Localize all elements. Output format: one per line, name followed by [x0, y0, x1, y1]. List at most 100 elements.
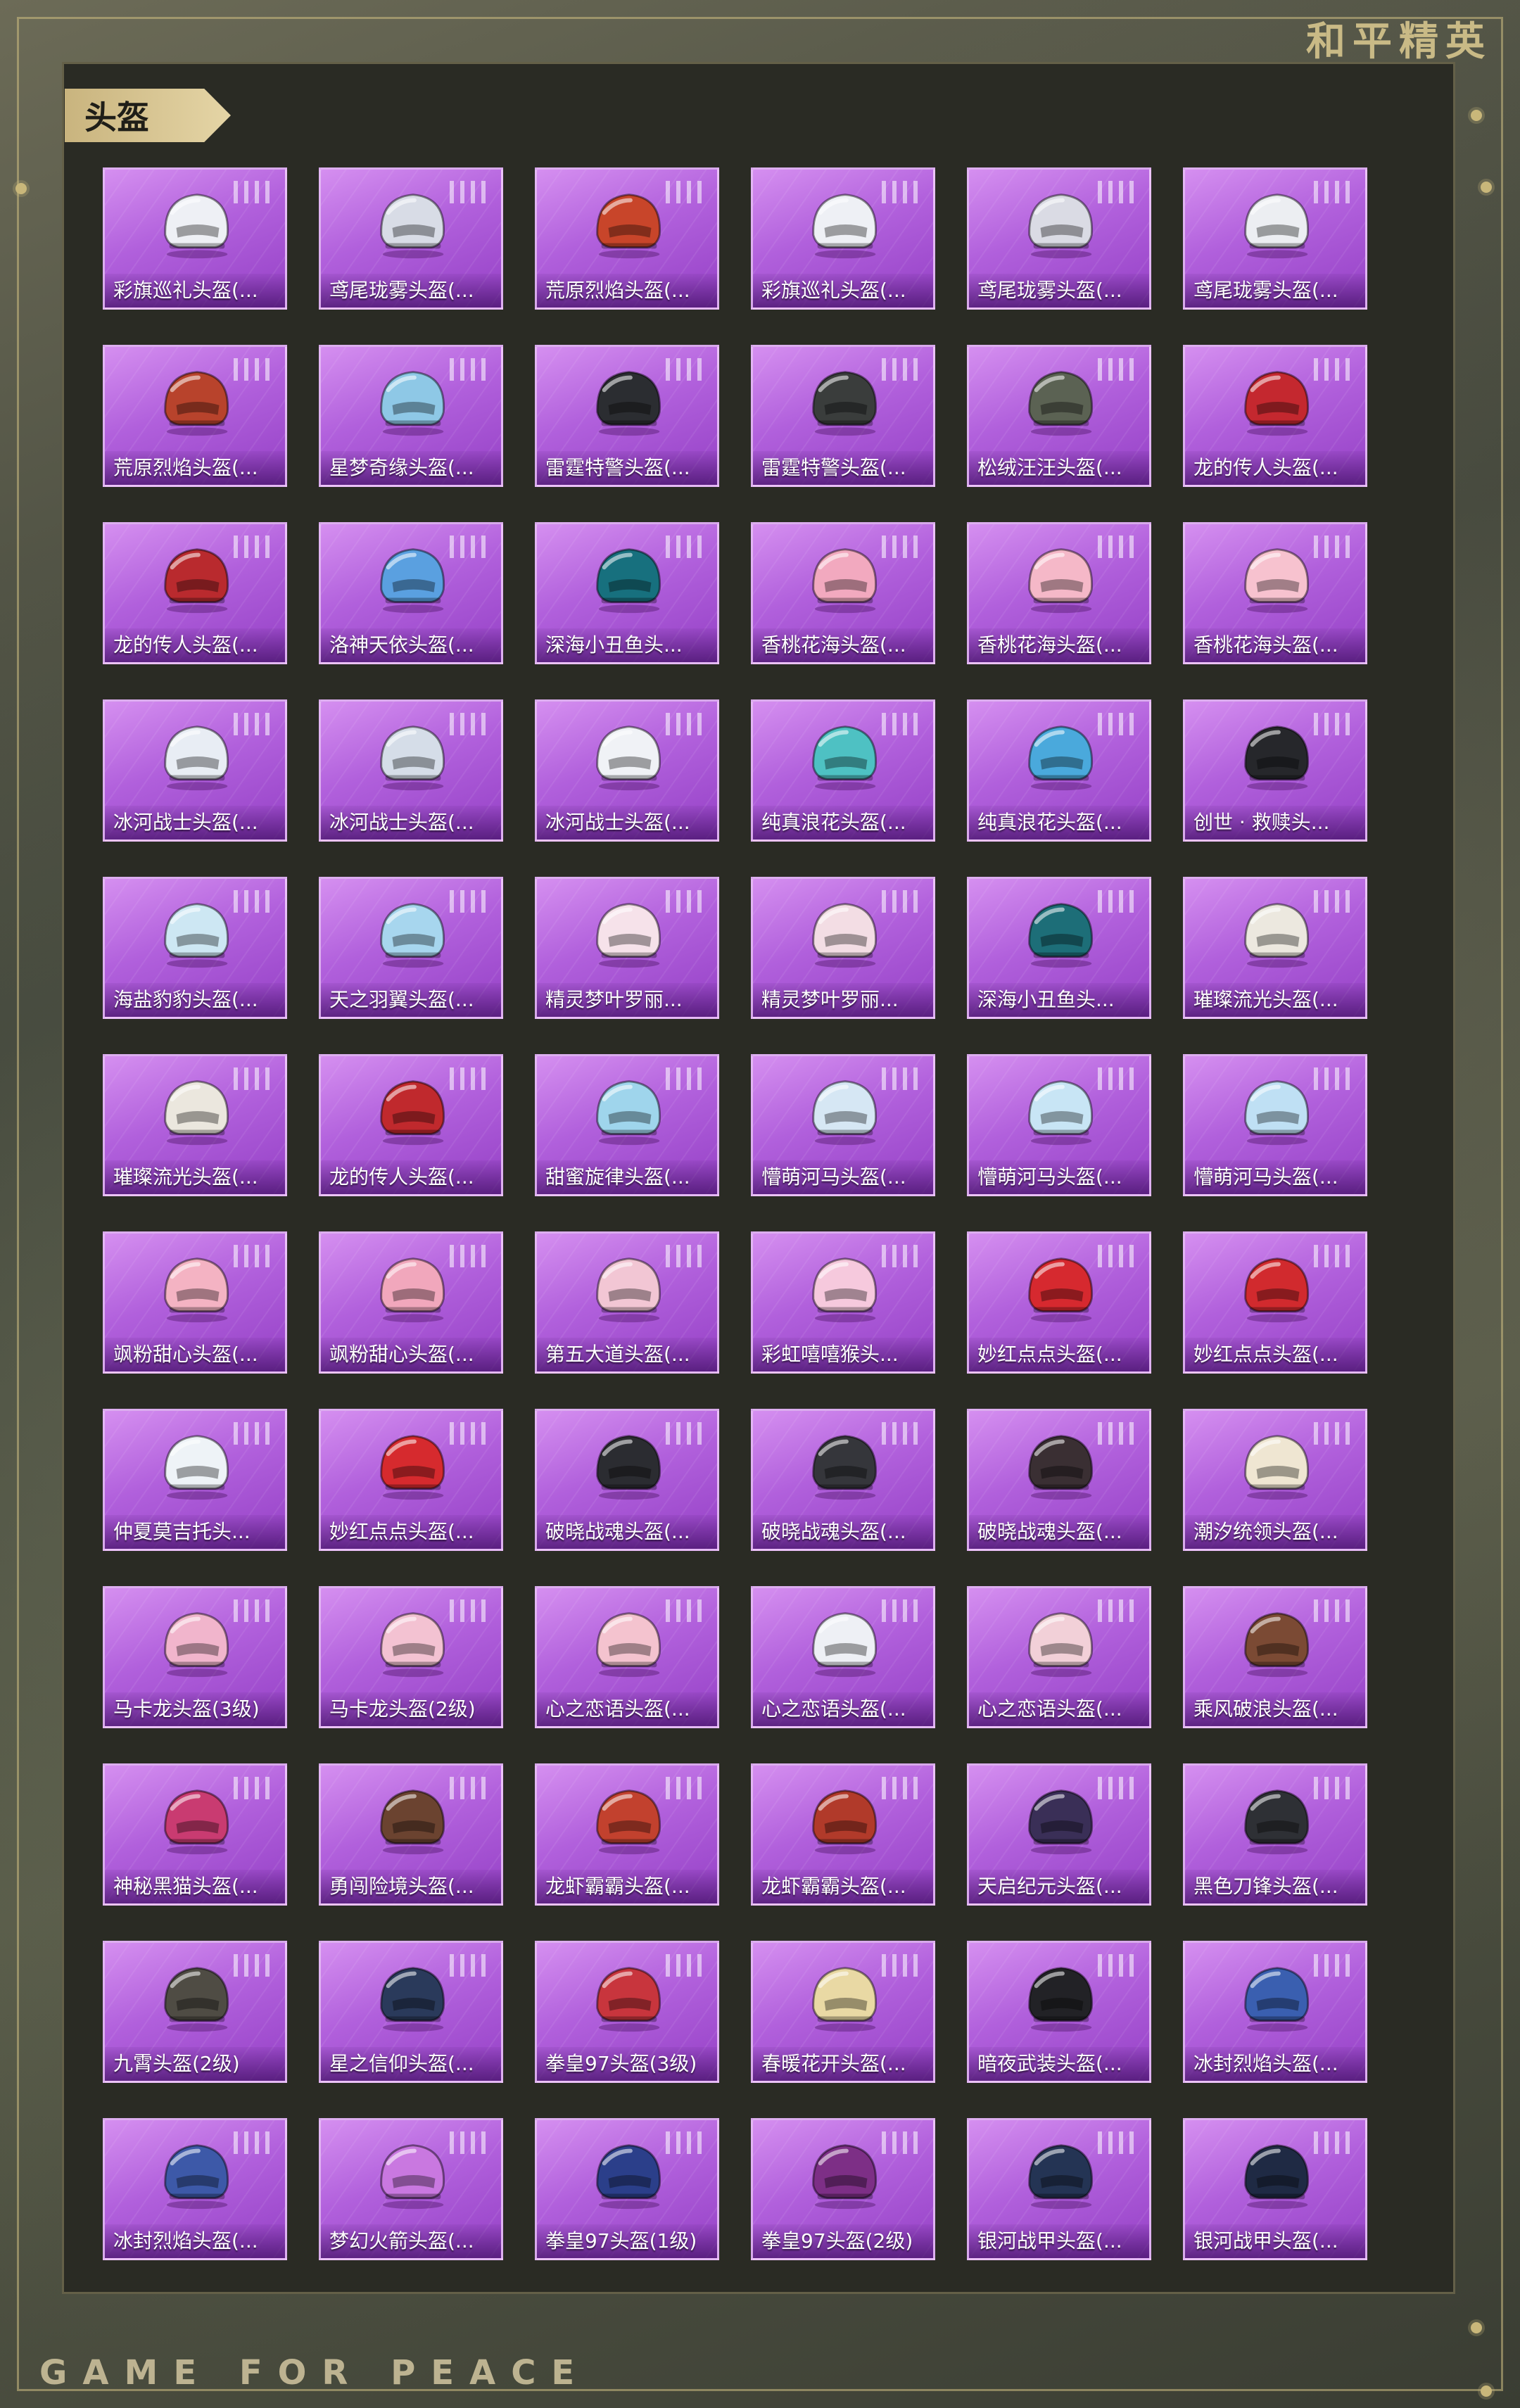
helmet-card[interactable]: 心之恋语头盔(... [967, 1586, 1151, 1728]
helmet-card[interactable]: 龙的传人头盔(... [319, 1054, 503, 1196]
helmet-card[interactable]: 璀璨流光头盔(... [103, 1054, 287, 1196]
helmet-card[interactable]: 妙红点点头盔(... [1183, 1231, 1367, 1374]
helmet-card[interactable]: 星之信仰头盔(... [319, 1941, 503, 2083]
helmet-card[interactable]: 香桃花海头盔(... [751, 522, 935, 664]
helmet-card[interactable]: 彩旗巡礼头盔(... [751, 167, 935, 310]
helmet-card[interactable]: 天启纪元头盔(... [967, 1763, 1151, 1906]
helmet-card[interactable]: 深海小丑鱼头... [535, 522, 719, 664]
tier-bars-icon [450, 1245, 486, 1267]
tier-bars-icon [450, 713, 486, 735]
helmet-card[interactable]: 神秘黑猫头盔(... [103, 1763, 287, 1906]
helmet-icon [596, 548, 661, 614]
helmet-card[interactable]: 第五大道头盔(... [535, 1231, 719, 1374]
helmet-card[interactable]: 鸢尾珑雾头盔(... [967, 167, 1151, 310]
helmet-card[interactable]: 仲夏莫吉托头... [103, 1409, 287, 1551]
helmet-card[interactable]: 乘风破浪头盔(... [1183, 1586, 1367, 1728]
helmet-card[interactable]: 拳皇97头盔(2级) [751, 2118, 935, 2260]
helmet-card[interactable]: 拳皇97头盔(3级) [535, 1941, 719, 2083]
helmet-icon [1244, 1435, 1310, 1500]
helmet-card[interactable]: 暗夜武装头盔(... [967, 1941, 1151, 2083]
helmet-card[interactable]: 梦幻火箭头盔(... [319, 2118, 503, 2260]
helmet-card[interactable]: 马卡龙头盔(3级) [103, 1586, 287, 1728]
helmet-icon [812, 194, 878, 259]
helmet-card[interactable]: 妙红点点头盔(... [319, 1409, 503, 1551]
tier-bars-icon [234, 536, 270, 558]
helmet-card[interactable]: 心之恋语头盔(... [535, 1586, 719, 1728]
helmet-name: 破晓战魂头盔(... [969, 1515, 1149, 1549]
tier-bars-icon [666, 181, 702, 203]
helmet-card[interactable]: 黑色刀锋头盔(... [1183, 1763, 1367, 1906]
tier-bars-icon [450, 2131, 486, 2154]
helmet-card[interactable]: 银河战甲头盔(... [1183, 2118, 1367, 2260]
helmet-card[interactable]: 荒原烈焰头盔(... [535, 167, 719, 310]
helmet-card[interactable]: 九霄头盔(2级) [103, 1941, 287, 2083]
helmet-card[interactable]: 懵萌河马头盔(... [967, 1054, 1151, 1196]
helmet-icon [1244, 1080, 1310, 1146]
tier-bars-icon [882, 1422, 918, 1445]
helmet-card[interactable]: 纯真浪花头盔(... [751, 699, 935, 842]
helmet-card[interactable]: 冰河战士头盔(... [319, 699, 503, 842]
helmet-name: 天启纪元头盔(... [969, 1870, 1149, 1903]
helmet-card[interactable]: 海盐豹豹头盔(... [103, 877, 287, 1019]
helmet-card[interactable]: 破晓战魂头盔(... [751, 1409, 935, 1551]
helmet-card[interactable]: 天之羽翼头盔(... [319, 877, 503, 1019]
helmet-card[interactable]: 彩旗巡礼头盔(... [103, 167, 287, 310]
helmet-card[interactable]: 龙的传人头盔(... [103, 522, 287, 664]
helmet-card[interactable]: 洛神天依头盔(... [319, 522, 503, 664]
helmet-card[interactable]: 飒粉甜心头盔(... [319, 1231, 503, 1374]
helmet-card[interactable]: 香桃花海头盔(... [967, 522, 1151, 664]
helmet-name: 仲夏莫吉托头... [105, 1515, 285, 1549]
helmet-icon [380, 1080, 445, 1146]
helmet-card[interactable]: 懵萌河马头盔(... [1183, 1054, 1367, 1196]
helmet-card[interactable]: 拳皇97头盔(1级) [535, 2118, 719, 2260]
helmet-card[interactable]: 冰河战士头盔(... [535, 699, 719, 842]
helmet-name: 冰封烈焰头盔(... [1185, 2047, 1365, 2081]
helmet-card[interactable]: 精灵梦叶罗丽... [535, 877, 719, 1019]
helmet-card[interactable]: 龙虾霸霸头盔(... [751, 1763, 935, 1906]
helmet-card[interactable]: 雷霆特警头盔(... [751, 345, 935, 487]
helmet-card[interactable]: 懵萌河马头盔(... [751, 1054, 935, 1196]
helmet-card[interactable]: 潮汐统领头盔(... [1183, 1409, 1367, 1551]
helmet-card[interactable]: 彩虹嘻嘻猴头... [751, 1231, 935, 1374]
helmet-icon [1028, 1257, 1094, 1323]
helmet-card[interactable]: 马卡龙头盔(2级) [319, 1586, 503, 1728]
helmet-card[interactable]: 飒粉甜心头盔(... [103, 1231, 287, 1374]
helmet-card[interactable]: 雷霆特警头盔(... [535, 345, 719, 487]
helmet-card[interactable]: 心之恋语头盔(... [751, 1586, 935, 1728]
helmet-icon [1244, 1967, 1310, 2032]
helmet-name: 冰河战士头盔(... [105, 806, 285, 839]
tier-bars-icon [1098, 713, 1134, 735]
helmet-card[interactable]: 银河战甲头盔(... [967, 2118, 1151, 2260]
helmet-card[interactable]: 破晓战魂头盔(... [967, 1409, 1151, 1551]
helmet-card[interactable]: 璀璨流光头盔(... [1183, 877, 1367, 1019]
helmet-card[interactable]: 鸢尾珑雾头盔(... [1183, 167, 1367, 310]
category-tab[interactable]: 头盔 [65, 89, 231, 142]
helmet-card[interactable]: 破晓战魂头盔(... [535, 1409, 719, 1551]
helmet-card[interactable]: 松绒汪汪头盔(... [967, 345, 1151, 487]
footer-slogan: GAME FOR PEACE [39, 2353, 590, 2393]
helmet-card[interactable]: 精灵梦叶罗丽... [751, 877, 935, 1019]
tier-bars-icon [234, 1954, 270, 1977]
helmet-icon [1244, 725, 1310, 791]
helmet-card[interactable]: 冰河战士头盔(... [103, 699, 287, 842]
helmet-icon [596, 194, 661, 259]
helmet-card[interactable]: 冰封烈焰头盔(... [1183, 1941, 1367, 2083]
helmet-card[interactable]: 龙虾霸霸头盔(... [535, 1763, 719, 1906]
helmet-card[interactable]: 春暖花开头盔(... [751, 1941, 935, 2083]
helmet-card[interactable]: 妙红点点头盔(... [967, 1231, 1151, 1374]
tier-bars-icon [234, 181, 270, 203]
helmet-card[interactable]: 冰封烈焰头盔(... [103, 2118, 287, 2260]
helmet-card[interactable]: 星梦奇缘头盔(... [319, 345, 503, 487]
helmet-card[interactable]: 纯真浪花头盔(... [967, 699, 1151, 842]
helmet-card[interactable]: 勇闯险境头盔(... [319, 1763, 503, 1906]
helmet-name: 璀璨流光头盔(... [1185, 983, 1365, 1017]
helmet-card[interactable]: 荒原烈焰头盔(... [103, 345, 287, 487]
helmet-card[interactable]: 香桃花海头盔(... [1183, 522, 1367, 664]
helmet-card[interactable]: 深海小丑鱼头... [967, 877, 1151, 1019]
helmet-card[interactable]: 鸢尾珑雾头盔(... [319, 167, 503, 310]
helmet-name: 彩旗巡礼头盔(... [753, 274, 933, 308]
helmet-card[interactable]: 创世 · 救赎头... [1183, 699, 1367, 842]
tier-bars-icon [450, 1777, 486, 1799]
helmet-card[interactable]: 龙的传人头盔(... [1183, 345, 1367, 487]
helmet-card[interactable]: 甜蜜旋律头盔(... [535, 1054, 719, 1196]
